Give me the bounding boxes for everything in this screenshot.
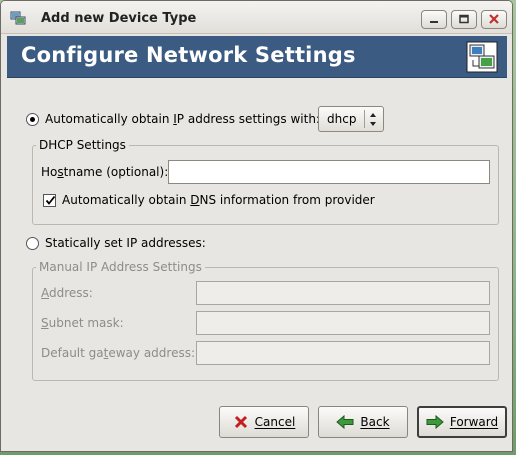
cancel-button[interactable]: Cancel xyxy=(219,406,309,438)
network-app-icon xyxy=(10,11,26,25)
ip-method-select[interactable]: dhcp xyxy=(318,106,384,132)
back-button[interactable]: Back xyxy=(318,406,408,438)
combo-separator xyxy=(364,110,365,128)
window-title: Add new Device Type xyxy=(41,11,197,26)
auto-ip-row[interactable]: Automatically obtain IP address settings… xyxy=(26,112,320,126)
minimize-button[interactable] xyxy=(421,10,447,29)
dhcp-settings-legend: DHCP Settings xyxy=(39,138,126,152)
static-ip-radio[interactable] xyxy=(26,236,39,250)
ip-method-value: dhcp xyxy=(327,112,357,126)
close-button[interactable] xyxy=(481,10,507,29)
page-title: Configure Network Settings xyxy=(21,43,356,67)
back-label: Back xyxy=(360,415,390,429)
static-ip-label: Statically set IP addresses: xyxy=(45,236,206,250)
auto-ip-radio[interactable] xyxy=(26,112,39,126)
right-arrow-icon xyxy=(426,415,444,429)
auto-dns-checkbox[interactable] xyxy=(43,194,56,207)
auto-dns-label: Automatically obtain DNS information fro… xyxy=(62,193,375,207)
address-label: Address: xyxy=(41,286,93,300)
header-banner: Configure Network Settings xyxy=(7,36,507,78)
spinner-arrows-icon xyxy=(370,113,376,126)
network-computers-icon xyxy=(466,41,498,73)
minimize-icon xyxy=(430,21,438,23)
hostname-label: Hostname (optional): xyxy=(41,165,169,179)
forward-button[interactable]: Forward xyxy=(417,406,507,438)
left-arrow-icon xyxy=(336,415,354,429)
static-ip-row[interactable]: Statically set IP addresses: xyxy=(26,236,206,250)
settings-panel: Automatically obtain IP address settings… xyxy=(14,85,502,390)
title-bar[interactable]: Add new Device Type xyxy=(1,1,512,34)
red-x-icon xyxy=(234,415,247,429)
auto-ip-label: Automatically obtain IP address settings… xyxy=(45,112,320,126)
maximize-icon xyxy=(459,14,469,24)
checkmark-icon xyxy=(45,195,56,205)
address-input[interactable] xyxy=(196,281,490,305)
manual-ip-legend: Manual IP Address Settings xyxy=(39,260,202,274)
close-icon xyxy=(489,14,499,24)
subnet-mask-label: Subnet mask: xyxy=(41,316,124,330)
gateway-label: Default gateway address: xyxy=(41,346,196,360)
gateway-input[interactable] xyxy=(196,341,490,365)
dialog-window: Add new Device Type Configure Network Se… xyxy=(0,0,513,452)
forward-label: Forward xyxy=(449,415,499,429)
hostname-input[interactable] xyxy=(168,160,490,184)
maximize-button[interactable] xyxy=(451,10,477,29)
subnet-mask-input[interactable] xyxy=(196,311,490,335)
cancel-label: Cancel xyxy=(254,415,296,429)
